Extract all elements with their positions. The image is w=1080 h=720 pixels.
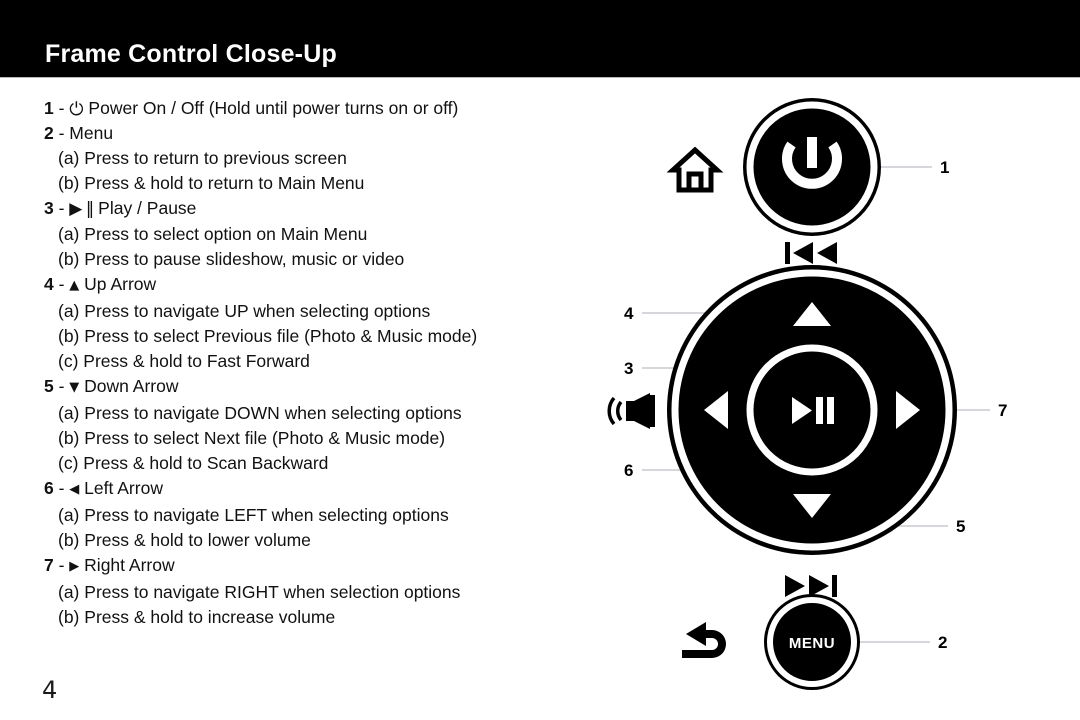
instruction-sublabel: (c)	[58, 453, 79, 473]
instruction-item-6: 6 - ◀ Left Arrow	[44, 476, 604, 503]
instruction-subitem: (a) Press to return to previous screen	[44, 146, 604, 171]
up-arrow-icon: ▲	[69, 278, 80, 293]
power-button[interactable]	[743, 98, 881, 236]
instruction-text: Play / Pause	[98, 198, 197, 218]
instruction-subitem: (a) Press to navigate LEFT when selectin…	[44, 503, 604, 528]
instruction-number: 2	[44, 123, 54, 143]
instruction-sublabel: (a)	[58, 148, 80, 168]
instruction-dash: -	[53, 98, 70, 118]
instruction-text: Left Arrow	[84, 478, 163, 498]
instruction-sublabel: (b)	[58, 249, 80, 269]
instruction-text: Press & hold to return to Main Menu	[84, 173, 365, 193]
menu-button-label: MENU	[789, 635, 835, 652]
instruction-subitem: (b) Press to select Next file (Photo & M…	[44, 426, 604, 451]
instruction-dash: -	[53, 478, 70, 498]
home-icon	[666, 146, 724, 193]
callout-number-5: 5	[956, 517, 965, 536]
instruction-subitem: (b) Press & hold to return to Main Menu	[44, 171, 604, 196]
instruction-sublabel: (a)	[58, 224, 80, 244]
instruction-text: Down Arrow	[84, 376, 179, 396]
instruction-text: Press to select option on Main Menu	[84, 224, 368, 244]
instruction-subitem: (a) Press to navigate DOWN when selectin…	[44, 401, 604, 426]
instruction-sublabel: (b)	[58, 530, 80, 550]
header-divider	[0, 77, 1080, 78]
back-arrow-icon	[682, 622, 726, 658]
instruction-sublabel: (b)	[58, 607, 80, 627]
instruction-subitem: (a) Press to navigate RIGHT when selecti…	[44, 580, 604, 605]
instruction-text: Press to navigate UP when selecting opti…	[84, 301, 431, 321]
instruction-item-1: 1 - ⏻ Power On / Off (Hold until power t…	[44, 96, 604, 121]
instruction-item-2: 2 - Menu	[44, 121, 604, 146]
instruction-number: 7	[44, 555, 54, 575]
volume-speaker-icon	[607, 393, 655, 429]
instruction-text: Press to pause slideshow, music or video	[84, 249, 405, 269]
instruction-subitem: (a) Press to navigate UP when selecting …	[44, 299, 604, 324]
page-number: 4	[42, 676, 58, 704]
instruction-text: Press & hold to Fast Forward	[83, 351, 310, 371]
instruction-dash: -	[53, 274, 70, 294]
instruction-sublabel: (b)	[58, 173, 80, 193]
instruction-list: 1 - ⏻ Power On / Off (Hold until power t…	[44, 96, 604, 630]
instruction-sublabel: (a)	[58, 301, 80, 321]
menu-button[interactable]: MENU	[764, 594, 860, 690]
instruction-text: Right Arrow	[84, 555, 175, 575]
instruction-text: Press to return to previous screen	[84, 148, 347, 168]
instruction-dash: -	[53, 198, 70, 218]
instruction-sublabel: (b)	[58, 326, 80, 346]
instruction-number: 4	[44, 274, 54, 294]
instruction-text: Power On / Off (Hold until power turns o…	[88, 98, 459, 118]
instruction-text: Press & hold to increase volume	[84, 607, 336, 627]
callout-number-2: 2	[938, 633, 947, 652]
instruction-sublabel: (c)	[58, 351, 79, 371]
instruction-sublabel: (b)	[58, 428, 80, 448]
instruction-text: Up Arrow	[84, 274, 157, 294]
instruction-subitem: (b) Press & hold to lower volume	[44, 528, 604, 553]
instruction-text: Menu	[69, 123, 114, 143]
instruction-dash: -	[53, 555, 70, 575]
instruction-number: 3	[44, 198, 54, 218]
left-arrow-icon: ◀	[69, 482, 80, 497]
instruction-text: Press & hold to Scan Backward	[83, 453, 329, 473]
instruction-subitem: (c) Press & hold to Scan Backward	[44, 451, 604, 476]
instruction-text: Press & hold to lower volume	[84, 530, 311, 550]
callout-number-6: 6	[624, 461, 633, 480]
callout-number-1: 1	[940, 158, 949, 177]
instruction-text: Press to navigate LEFT when selecting op…	[84, 505, 449, 525]
instruction-sublabel: (a)	[58, 403, 80, 423]
right-arrow-icon: ▶	[69, 559, 80, 574]
power-icon: ⏻	[69, 99, 84, 120]
instruction-item-3: 3 - ▶ ‖ Play / Pause	[44, 196, 604, 222]
instruction-sublabel: (a)	[58, 582, 80, 602]
instruction-dash: -	[53, 123, 70, 143]
instruction-text: Press to select Next file (Photo & Music…	[84, 428, 446, 448]
play-pause-icon: ▶ ‖	[69, 199, 94, 219]
instruction-dash: -	[53, 376, 70, 396]
page-title: Frame Control Close-Up	[45, 40, 337, 68]
instruction-number: 1	[44, 98, 54, 118]
instruction-sublabel: (a)	[58, 505, 80, 525]
instruction-item-4: 4 - ▲ Up Arrow	[44, 272, 604, 299]
previous-track-icon	[785, 242, 837, 264]
instruction-text: Press to navigate DOWN when selecting op…	[84, 403, 462, 423]
callout-number-7: 7	[998, 401, 1007, 420]
next-track-icon	[785, 575, 837, 597]
instruction-number: 5	[44, 376, 54, 396]
instruction-subitem: (b) Press to select Previous file (Photo…	[44, 324, 604, 349]
instruction-text: Press to navigate RIGHT when selection o…	[84, 582, 461, 602]
instruction-item-5: 5 - ▼ Down Arrow	[44, 374, 604, 401]
down-arrow-icon: ▼	[69, 380, 80, 395]
instruction-text: Press to select Previous file (Photo & M…	[84, 326, 478, 346]
frame-control-diagram: MENU 1 2 3 4 5 6 7	[600, 80, 1080, 700]
instruction-item-7: 7 - ▶ Right Arrow	[44, 553, 604, 580]
callout-number-4: 4	[624, 304, 634, 323]
instruction-subitem: (b) Press & hold to increase volume	[44, 605, 604, 630]
instruction-subitem: (b) Press to pause slideshow, music or v…	[44, 247, 604, 272]
instruction-number: 6	[44, 478, 54, 498]
callout-number-3: 3	[624, 359, 633, 378]
instruction-subitem: (a) Press to select option on Main Menu	[44, 222, 604, 247]
instruction-subitem: (c) Press & hold to Fast Forward	[44, 349, 604, 374]
